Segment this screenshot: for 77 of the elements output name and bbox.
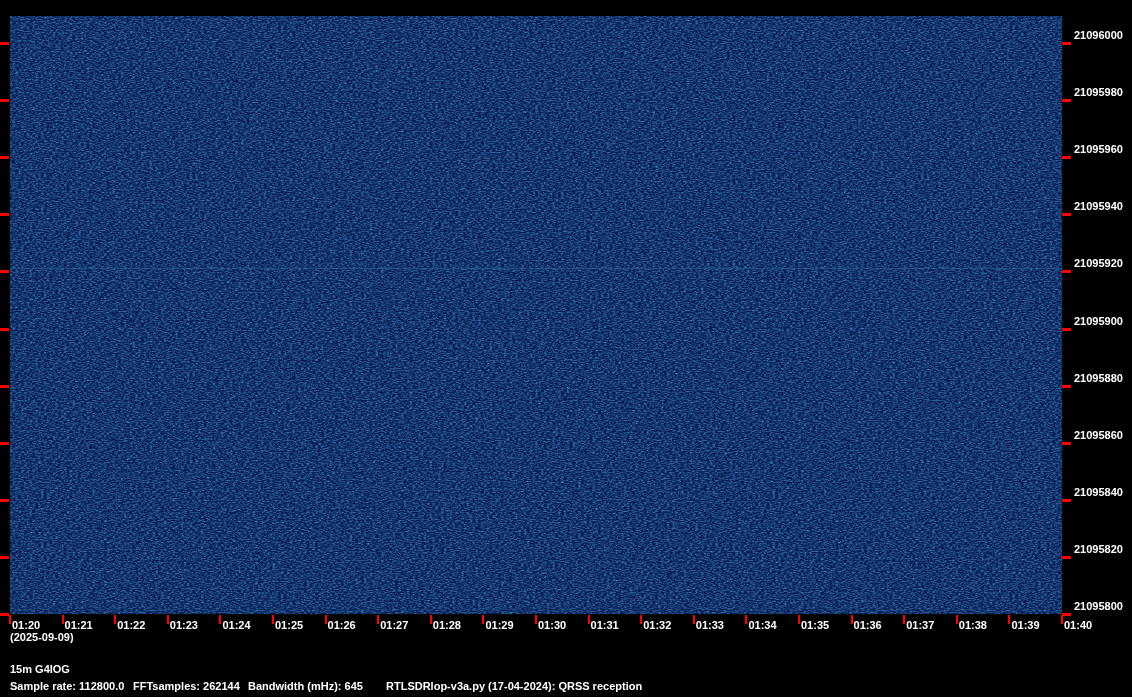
frequency-label: 21095800 (1074, 601, 1123, 612)
time-label: 01:22 (117, 620, 146, 631)
time-label: 01:26 (327, 620, 356, 631)
time-label: 01:20 (12, 620, 41, 631)
parameter-text: RTLSDRlop-v3a.py (17-04-2024): QRSS reception (386, 681, 643, 692)
date-label: (2025-09-09) (10, 632, 74, 643)
frequency-label: 21095880 (1074, 372, 1123, 384)
frequency-label: 21095980 (1074, 87, 1123, 99)
frequency-label: 21095860 (1074, 429, 1123, 441)
time-label: 01:31 (590, 620, 619, 631)
axis-tick (0, 498, 9, 502)
time-label: 01:32 (643, 620, 672, 631)
frequency-label: 21095940 (1074, 201, 1123, 213)
axis-tick (1062, 270, 1071, 274)
axis-tick (0, 156, 9, 160)
axis-tick (798, 615, 800, 624)
axis-tick (640, 615, 643, 624)
time-label: 01:29 (485, 620, 514, 631)
parameter-text: Sample rate: 112800.0 (10, 681, 126, 692)
time-label: 01:36 (853, 620, 882, 631)
axis-tick (429, 615, 432, 624)
axis-tick (114, 615, 117, 624)
axis-tick (587, 615, 590, 624)
axis-tick (850, 615, 853, 624)
axis-tick (0, 384, 9, 388)
axis-tick (0, 213, 9, 217)
frequency-label: 21095920 (1074, 258, 1123, 270)
axis-tick (0, 327, 9, 331)
axis-tick (1062, 213, 1071, 217)
frequency-label: 21095840 (1074, 486, 1123, 498)
frequency-label: 21095960 (1074, 144, 1123, 156)
axis-tick (1008, 615, 1011, 624)
time-label: 01:30 (538, 620, 567, 631)
axis-tick (1062, 498, 1071, 502)
time-label: 01:40 (1064, 620, 1093, 631)
axis-tick (1062, 555, 1071, 559)
axis-tick (955, 615, 958, 624)
frequency-label: 21095820 (1074, 543, 1123, 555)
time-label: 01:24 (222, 620, 251, 631)
time-label: 01:23 (169, 620, 198, 631)
axis-tick (482, 615, 485, 624)
axis-tick (1062, 384, 1071, 388)
time-label: 01:27 (380, 620, 409, 631)
axis-tick (903, 615, 906, 624)
axis-tick (1062, 42, 1071, 45)
axis-tick (0, 99, 9, 103)
axis-tick (745, 615, 748, 624)
parameter-text: Bandwidth (mHz): 645 (248, 681, 364, 692)
axis-tick (1062, 327, 1071, 331)
parameter-text: FFTsamples: 262144 (133, 681, 241, 692)
axis-tick (61, 615, 64, 624)
axis-tick (0, 270, 9, 274)
axis-tick (324, 615, 327, 624)
axis-tick (377, 615, 380, 624)
time-label: 01:39 (1011, 620, 1040, 631)
time-label: 01:21 (64, 620, 93, 631)
time-label: 01:34 (748, 620, 777, 631)
time-label: 01:33 (695, 620, 724, 631)
time-label: 01:35 (801, 620, 830, 631)
frequency-label: 21095900 (1074, 315, 1123, 327)
axis-tick (219, 615, 222, 624)
time-label: 01:28 (432, 620, 461, 631)
axis-tick (0, 42, 9, 45)
time-label: 01:37 (906, 620, 935, 631)
axis-tick (272, 615, 274, 624)
axis-tick (1062, 156, 1071, 160)
axis-tick (1062, 99, 1071, 103)
axis-tick (692, 615, 695, 624)
axis-tick (0, 555, 9, 559)
axis-tick (0, 441, 9, 445)
time-label: 01:25 (275, 620, 304, 631)
axis-tick (1062, 441, 1071, 445)
station-title: 15m G4IOG (10, 664, 70, 675)
axis-tick (166, 615, 169, 624)
time-label: 01:38 (958, 620, 987, 631)
frequency-label: 21096000 (1074, 30, 1123, 41)
axis-tick (535, 615, 537, 624)
